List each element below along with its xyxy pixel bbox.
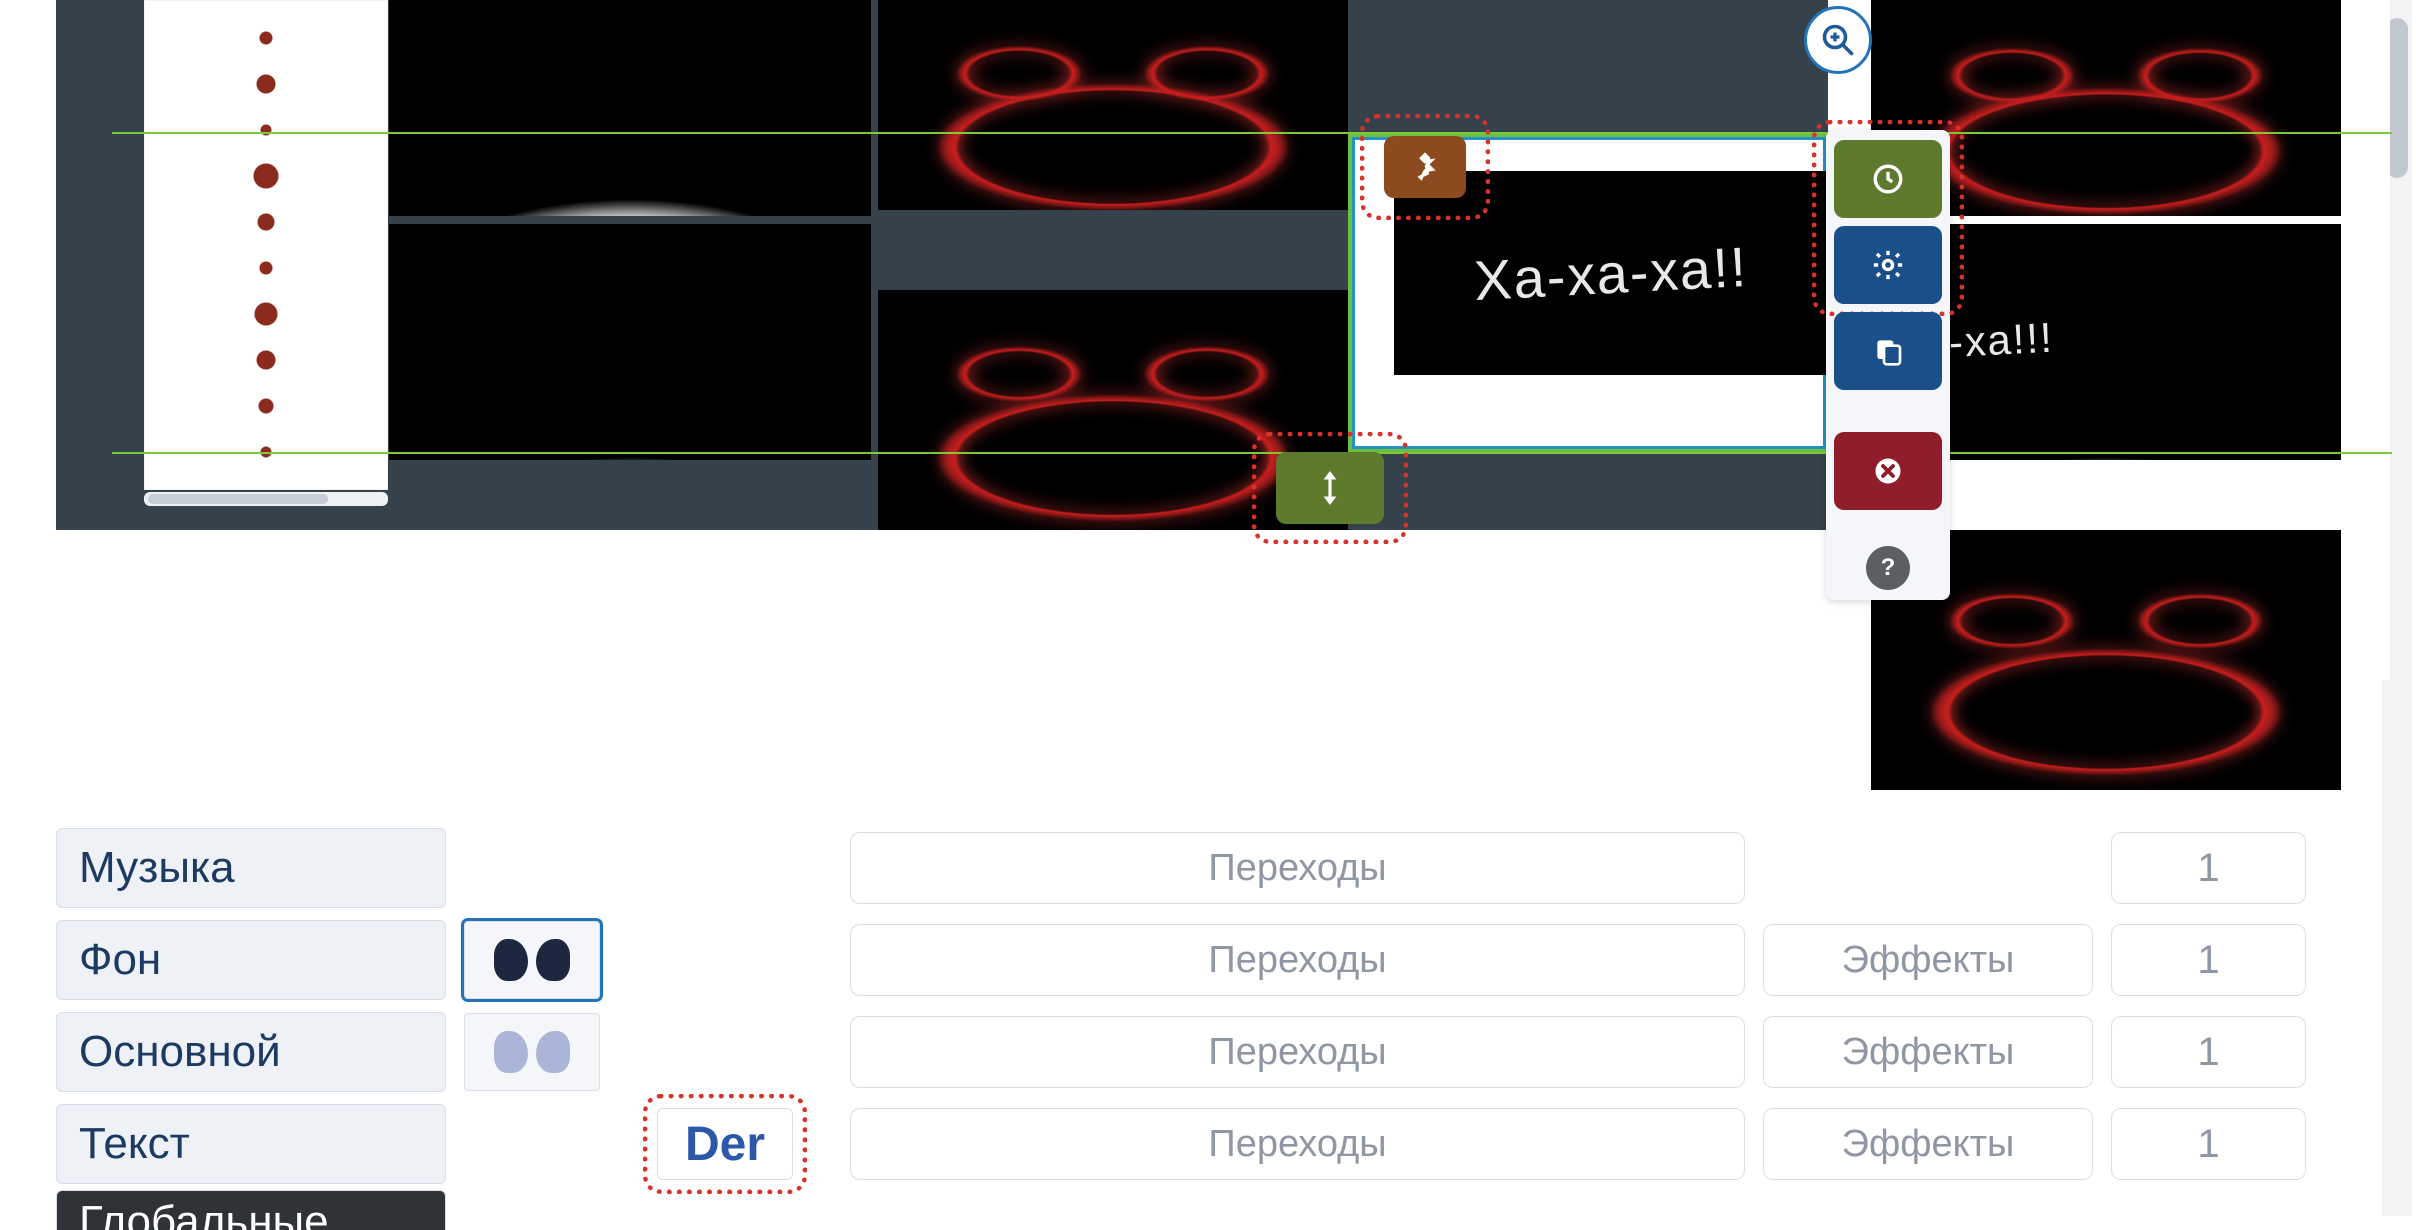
layers-panel: Музыка Переходы 1 Фон Переходы Эффекты 1… [56, 822, 2366, 1230]
clip-demon-top[interactable] [878, 0, 1348, 210]
pin-button[interactable] [1384, 136, 1466, 198]
layer-row-background: Фон Переходы Эффекты 1 [56, 914, 2366, 1006]
audio-scrollbar[interactable] [144, 492, 388, 506]
layer-label-main[interactable]: Основной [56, 1012, 446, 1092]
settings-button[interactable] [1834, 226, 1942, 304]
waveform-icon [231, 15, 301, 475]
delete-button[interactable] [1834, 432, 1942, 510]
guide-bottom [112, 452, 2392, 454]
timeline-canvas[interactable]: Ха-ха-ха!! -ха-ха!!! ? [56, 0, 2390, 680]
clip-earth-2[interactable] [389, 224, 871, 460]
clip-text: Ха-ха-ха!! [1473, 233, 1750, 312]
transitions-button-main[interactable]: Переходы [850, 1016, 1745, 1088]
layer-row-music: Музыка Переходы 1 [56, 822, 2366, 914]
effects-button-main[interactable]: Эффекты [1763, 1016, 2093, 1088]
layer-label-text[interactable]: Текст [56, 1104, 446, 1184]
guide-top [112, 132, 2392, 134]
layer-label-global[interactable]: Глобальные [56, 1190, 446, 1230]
layer-label-background[interactable]: Фон [56, 920, 446, 1000]
butterfly-light-icon [492, 1025, 572, 1079]
help-icon: ? [1881, 554, 1896, 582]
layer-count-background[interactable]: 1 [2111, 924, 2306, 996]
transitions-button-text[interactable]: Переходы [850, 1108, 1745, 1180]
layer-thumb-main[interactable] [464, 1013, 600, 1091]
layer-row-text: Текст Der Переходы Эффекты 1 [56, 1098, 2366, 1190]
audio-track[interactable] [144, 0, 388, 490]
resize-vertical-button[interactable] [1276, 452, 1384, 524]
duration-button[interactable] [1834, 140, 1942, 218]
clip-earth-1[interactable] [389, 0, 871, 216]
layer-row-main: Основной Переходы Эффекты 1 [56, 1006, 2366, 1098]
layer-count-text[interactable]: 1 [2111, 1108, 2306, 1180]
layer-label-music[interactable]: Музыка [56, 828, 446, 908]
layer-row-global: Глобальные [56, 1190, 2366, 1230]
layer-count-music[interactable]: 1 [2111, 832, 2306, 904]
help-button[interactable]: ? [1866, 546, 1910, 590]
text-layer-chip[interactable]: Der [657, 1108, 793, 1180]
layer-count-main[interactable]: 1 [2111, 1016, 2306, 1088]
zoom-in-button[interactable] [1804, 6, 1872, 74]
butterfly-dark-icon [492, 933, 572, 987]
transitions-button-music[interactable]: Переходы [850, 832, 1745, 904]
copy-button[interactable] [1834, 312, 1942, 390]
transitions-button-background[interactable]: Переходы [850, 924, 1745, 996]
effects-button-background[interactable]: Эффекты [1763, 924, 2093, 996]
layer-thumb-background[interactable] [464, 921, 600, 999]
effects-button-text[interactable]: Эффекты [1763, 1108, 2093, 1180]
